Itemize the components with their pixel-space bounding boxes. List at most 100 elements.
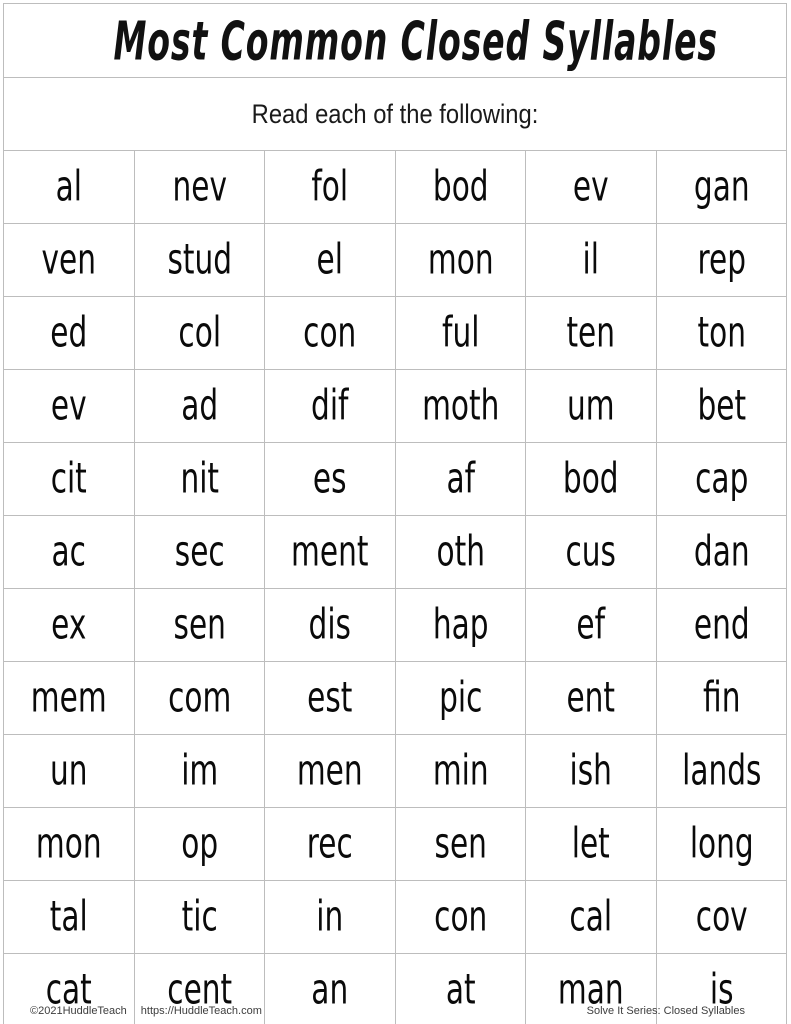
table-row: mem com est pic ent fin (3, 661, 788, 735)
syllable-cell: dan (655, 515, 788, 589)
syllable-text: tal (49, 892, 88, 941)
table-row: mon op rec sen let long (3, 807, 788, 881)
syllable-cell: ex (3, 588, 135, 662)
syllable-text: long (689, 819, 754, 868)
syllable-text: gan (693, 162, 750, 211)
footer-series-label: Solve It Series: Closed Syllables (586, 1005, 745, 1017)
syllable-cell: sec (133, 515, 265, 589)
syllable-cell: cal (525, 880, 657, 954)
syllable-cell: ef (525, 588, 657, 662)
syllable-cell: men (264, 734, 396, 808)
syllable-text: con (433, 892, 487, 941)
syllable-text: oth (436, 527, 485, 576)
instruction-cell: Read each of the following: (2, 77, 788, 151)
syllable-cell: al (3, 150, 135, 224)
table-row: ed col con ful ten ton (3, 296, 788, 370)
syllable-text: el (316, 235, 343, 284)
syllable-text: ish (569, 746, 612, 795)
table-row: cit nit es af bod cap (3, 442, 788, 516)
syllable-cell: hap (394, 588, 526, 662)
syllable-cell: ed (3, 296, 135, 370)
syllable-text: fol (311, 162, 349, 211)
syllable-cell: um (525, 369, 657, 443)
syllable-cell: cap (655, 442, 788, 516)
syllable-cell: ev (3, 369, 135, 443)
syllable-text: con (303, 308, 357, 357)
syllable-cell: est (264, 661, 396, 735)
syllable-text: cit (50, 454, 87, 503)
syllable-text: sen (173, 600, 226, 649)
syllable-cell: let (525, 807, 657, 881)
syllable-text: mon (427, 235, 494, 284)
syllable-text: bod (432, 162, 489, 211)
table-row: al nev fol bod ev gan (3, 150, 788, 224)
syllable-text: bet (696, 381, 746, 430)
syllable-text: dan (693, 527, 750, 576)
syllable-cell: cit (3, 442, 135, 516)
syllable-text: cap (694, 454, 748, 503)
footer-url: https://HuddleTeach.com (140, 1005, 262, 1017)
syllable-text: com (167, 673, 231, 722)
syllable-text: fin (702, 673, 740, 722)
syllable-text: al (55, 162, 82, 211)
syllable-cell: nit (133, 442, 265, 516)
syllable-cell: rep (655, 223, 788, 297)
syllable-text: dis (308, 600, 351, 649)
syllable-cell: sen (394, 807, 526, 881)
syllable-text: un (49, 746, 88, 795)
syllable-cell: es (264, 442, 396, 516)
syllable-cell: fin (655, 661, 788, 735)
syllable-text: ment (291, 527, 369, 576)
syllable-cell: cus (525, 515, 657, 589)
syllable-text: rep (696, 235, 746, 284)
syllable-text: mon (35, 819, 102, 868)
syllable-text: ef (576, 600, 606, 649)
syllable-text: sec (174, 527, 225, 576)
syllable-text: ten (566, 308, 616, 357)
syllable-cell: mon (3, 807, 135, 881)
syllable-cell: tic (133, 880, 265, 954)
syllable-text: im (180, 746, 218, 795)
syllable-text: ent (566, 673, 616, 722)
syllable-worksheet-table: Most Common Closed Syllables Read each o… (2, 3, 788, 1024)
syllable-cell: bod (525, 442, 657, 516)
syllable-cell: dif (264, 369, 396, 443)
syllable-text: moth (421, 381, 499, 430)
syllable-text: bod (562, 454, 619, 503)
syllable-cell: min (394, 734, 526, 808)
syllable-text: il (582, 235, 599, 284)
syllable-cell: af (394, 442, 526, 516)
syllable-cell: im (133, 734, 265, 808)
syllable-cell: el (264, 223, 396, 297)
syllable-text: cov (695, 892, 748, 941)
syllable-text: dif (311, 381, 349, 430)
syllable-cell: ton (655, 296, 788, 370)
syllable-text: ev (572, 162, 609, 211)
syllable-text: pic (438, 673, 482, 722)
syllable-cell: tal (3, 880, 135, 954)
syllable-text: ac (51, 527, 86, 576)
syllable-cell: fol (264, 150, 396, 224)
syllable-cell: stud (133, 223, 265, 297)
syllable-cell: ven (3, 223, 135, 297)
syllable-text: let (571, 819, 610, 868)
page-title: Most Common Closed Syllables (113, 9, 718, 72)
syllable-text: ed (50, 308, 88, 357)
table-row: ac sec ment oth cus dan (3, 515, 788, 589)
syllable-cell: rec (264, 807, 396, 881)
syllable-text: um (566, 381, 615, 430)
syllable-text: ad (180, 381, 218, 430)
table-row: ven stud el mon il rep (3, 223, 788, 297)
syllable-cell: ad (133, 369, 265, 443)
syllable-cell: ev (525, 150, 657, 224)
syllable-cell: cov (655, 880, 788, 954)
page-title-cell: Most Common Closed Syllables (2, 3, 788, 78)
syllable-cell: ac (3, 515, 135, 589)
title-row: Most Common Closed Syllables (2, 3, 788, 78)
syllable-text: nev (172, 162, 227, 211)
instruction-text: Read each of the following: (251, 99, 539, 129)
syllable-text: ev (50, 381, 87, 430)
syllable-cell: bet (655, 369, 788, 443)
table-row: un im men min ish lands (3, 734, 788, 808)
footer-copyright: ©2021HuddleTeach (30, 1005, 127, 1017)
